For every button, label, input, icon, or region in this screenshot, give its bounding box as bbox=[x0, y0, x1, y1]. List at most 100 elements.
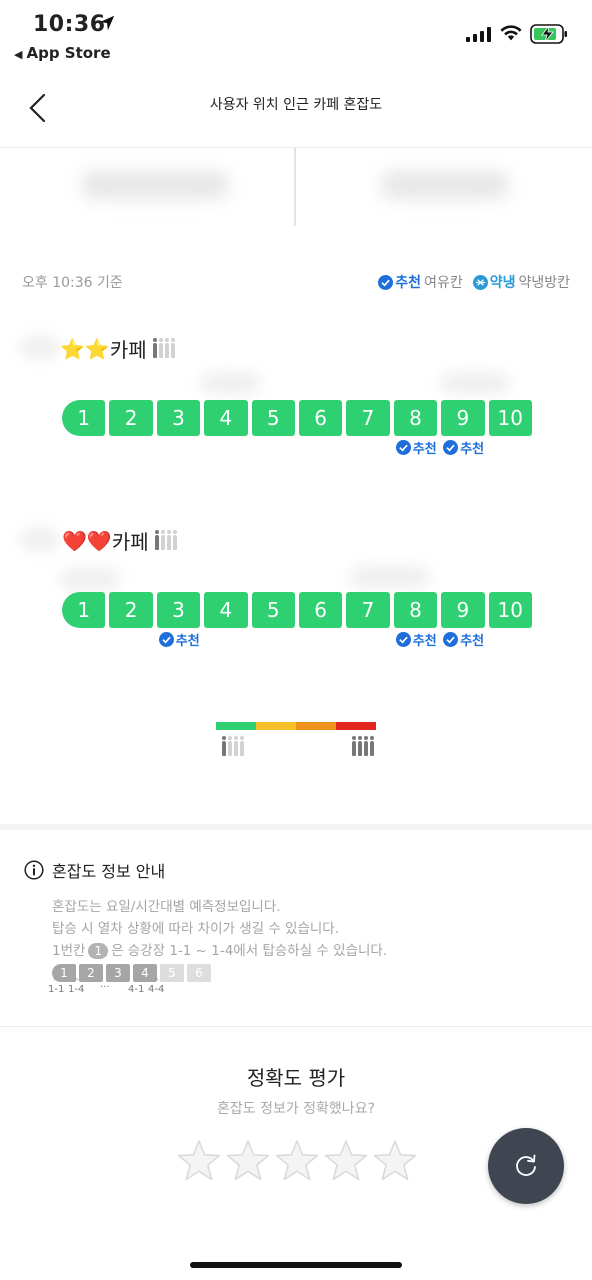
legend: 추천 여유칸 약냉 약냉방칸 bbox=[378, 272, 570, 292]
info-line-3-suffix: 은 승강장 1-1 ~ 1-4에서 탑승하실 수 있습니다. bbox=[111, 943, 388, 959]
recommend-label: 추천 bbox=[175, 634, 200, 649]
platform-label: 4-1 bbox=[128, 984, 144, 995]
check-circle-icon bbox=[378, 274, 394, 290]
train-car-10: 10 bbox=[488, 400, 532, 436]
train-car-1: 1 bbox=[62, 592, 106, 628]
recommend-tag-car-9: 추천 bbox=[443, 438, 484, 457]
check-circle-icon bbox=[395, 632, 411, 647]
blurred-label bbox=[20, 528, 60, 550]
scale-segment-2 bbox=[256, 722, 296, 730]
legend-spare-car: 여유칸 bbox=[424, 275, 463, 291]
platform-label: 1-4 bbox=[68, 984, 84, 995]
legend-cool-car: 약냉방칸 bbox=[518, 275, 570, 291]
info-body: 혼잡도는 요일/시간대별 예측정보입니다. 탑승 시 열차 상황에 따라 차이가… bbox=[52, 896, 387, 962]
train-car-5: 5 bbox=[251, 400, 295, 436]
platform-label: ··· bbox=[100, 982, 110, 993]
recommend-tag-car-8: 추천 bbox=[395, 438, 437, 457]
train-car-4: 4 bbox=[204, 400, 248, 436]
train-car-8: 8 bbox=[393, 400, 438, 436]
car-chip: 1 bbox=[88, 943, 109, 959]
mini-car-6: 6 bbox=[187, 964, 211, 982]
recommend-tag-car-9: 추천 bbox=[443, 630, 484, 649]
info-line-2: 탑승 시 열차 상황에 따라 차이가 생길 수 있습니다. bbox=[52, 921, 340, 937]
battery-charging-icon bbox=[530, 24, 567, 44]
wifi-icon bbox=[500, 25, 522, 41]
status-time: 10:36 bbox=[33, 12, 106, 37]
recommend-label: 추천 bbox=[412, 634, 437, 649]
back-to-app-store[interactable]: ◀ App Store bbox=[14, 44, 111, 62]
star-icon[interactable] bbox=[323, 1138, 369, 1184]
info-icon bbox=[24, 860, 44, 880]
platform-label: 4-4 bbox=[148, 984, 164, 995]
recommend-row-2: 추천 추천 추천 bbox=[62, 630, 532, 650]
train-car-8: 8 bbox=[393, 592, 438, 628]
train-car-9: 9 bbox=[441, 592, 485, 628]
crowd-people-icon bbox=[154, 529, 177, 550]
scale-segment-4 bbox=[336, 722, 376, 730]
star-icon[interactable] bbox=[176, 1138, 222, 1184]
blurred-label bbox=[20, 336, 60, 358]
congestion-scale bbox=[216, 722, 376, 730]
train-car-3: 3 bbox=[156, 400, 201, 436]
train-car-5: 5 bbox=[251, 592, 295, 628]
mini-car-2: 2 bbox=[79, 964, 103, 982]
cafe-emoji-2: ❤️❤️ bbox=[62, 528, 112, 553]
nav-bar: 사용자 위치 인근 카페 혼잡도 bbox=[0, 70, 592, 148]
recommend-label: 추천 bbox=[460, 442, 485, 457]
scale-segment-3 bbox=[296, 722, 336, 730]
refresh-button[interactable] bbox=[488, 1128, 564, 1204]
cafe-title-1: ⭐⭐ 카페 bbox=[60, 334, 175, 363]
star-icon[interactable] bbox=[225, 1138, 271, 1184]
recommend-label: 추천 bbox=[412, 442, 437, 457]
status-bar: 10:36 ◀ App Store bbox=[0, 0, 592, 70]
train-car-6: 6 bbox=[298, 592, 343, 628]
blurred-tab-left[interactable] bbox=[80, 170, 230, 200]
legend-row: 오후 10:36 기준 추천 여유칸 약냉 약냉방칸 bbox=[22, 270, 570, 294]
train-car-7: 7 bbox=[346, 592, 390, 628]
page-title: 사용자 위치 인근 카페 혼잡도 bbox=[209, 97, 383, 113]
mini-car-5: 5 bbox=[160, 964, 184, 982]
train-car-3: 3 bbox=[156, 592, 201, 628]
check-circle-icon bbox=[395, 440, 411, 455]
location-arrow-icon bbox=[99, 15, 115, 31]
train-cars-2: 1 2 3 4 5 6 7 8 9 10 bbox=[62, 592, 532, 628]
recommend-row-1: 추천 추천 bbox=[62, 438, 532, 458]
section-divider bbox=[0, 824, 592, 830]
info-line-3: 1번칸 1 은 승강장 1-1 ~ 1-4에서 탑승하실 수 있습니다. bbox=[52, 940, 387, 962]
recommend-label: 추천 bbox=[460, 634, 485, 649]
blurred-label bbox=[350, 566, 430, 588]
train-car-7: 7 bbox=[346, 400, 390, 436]
check-circle-icon bbox=[443, 440, 459, 455]
info-title-text: 혼잡도 정보 안내 bbox=[52, 862, 166, 881]
cafe-title-2: ❤️❤️ 카페 bbox=[62, 526, 177, 555]
star-icon[interactable] bbox=[274, 1138, 320, 1184]
blurred-label bbox=[200, 372, 260, 394]
crowd-people-icon bbox=[152, 337, 175, 358]
train-car-1: 1 bbox=[62, 400, 106, 436]
star-icon[interactable] bbox=[372, 1138, 418, 1184]
recommend-tag-car-8: 추천 bbox=[395, 630, 437, 649]
train-car-4: 4 bbox=[204, 592, 248, 628]
refresh-icon bbox=[516, 1154, 536, 1176]
check-circle-icon bbox=[158, 632, 174, 647]
legend-cool: 약냉 bbox=[489, 275, 516, 291]
home-indicator bbox=[190, 1262, 402, 1268]
train-cars-1: 1 2 3 4 5 6 7 8 9 10 bbox=[62, 400, 532, 436]
info-line-1: 혼잡도는 요일/시간대별 예측정보입니다. bbox=[52, 899, 281, 915]
platform-labels: 1-1 1-4 ··· 4-1 4-4 bbox=[48, 982, 248, 1004]
train-car-2: 2 bbox=[109, 592, 153, 628]
tab-divider bbox=[294, 148, 296, 226]
station-tabs bbox=[0, 148, 592, 228]
cafe-name-1: 카페 bbox=[109, 338, 147, 362]
section-divider bbox=[0, 1026, 592, 1027]
info-title: 혼잡도 정보 안내 bbox=[24, 858, 165, 882]
check-circle-icon bbox=[443, 632, 459, 647]
cellular-signal-icon bbox=[466, 26, 491, 42]
rating-title: 정확도 평가 bbox=[246, 1066, 346, 1090]
snowflake-icon bbox=[472, 274, 488, 290]
blurred-tab-right[interactable] bbox=[380, 170, 510, 200]
blurred-label bbox=[60, 568, 120, 590]
reference-time: 오후 10:36 기준 bbox=[22, 275, 123, 291]
rating-subtitle: 혼잡도 정보가 정확했나요? bbox=[216, 1101, 375, 1117]
back-triangle-icon: ◀ bbox=[14, 48, 23, 61]
